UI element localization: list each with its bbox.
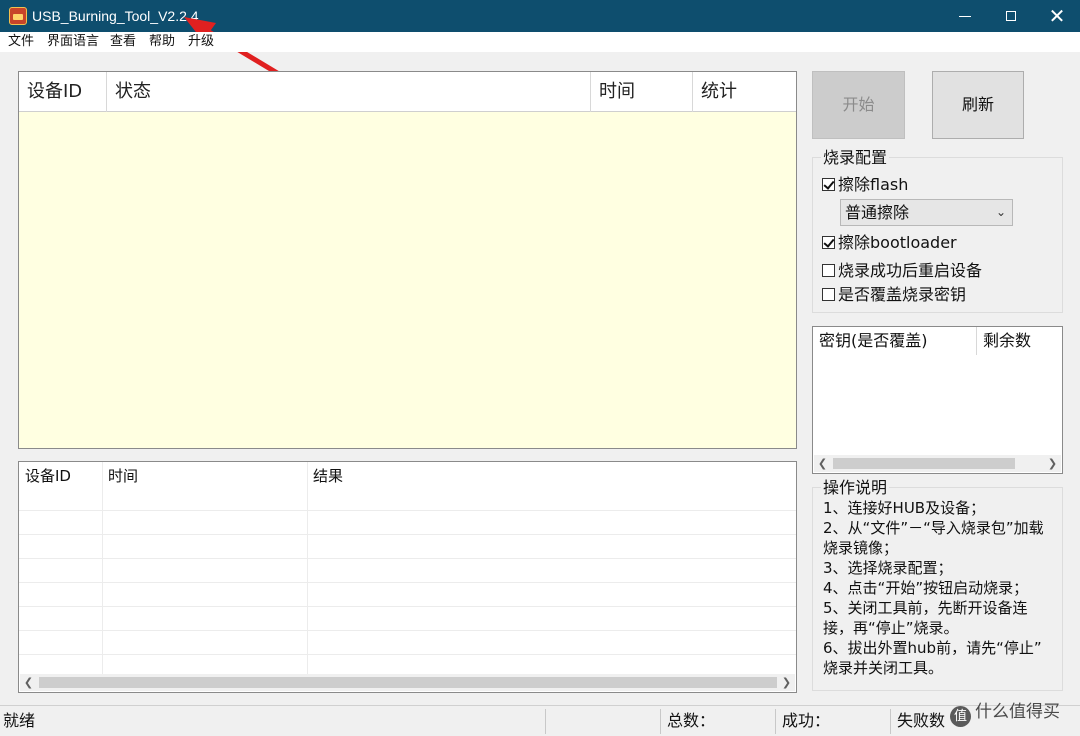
refresh-button[interactable]: 刷新 [932,71,1024,139]
device-table[interactable]: 设备ID 状态 时间 统计 [18,71,797,449]
instruction-line: 1、连接好HUB及设备； [823,499,986,517]
key-column-key[interactable]: 密钥(是否覆盖) [813,327,977,355]
status-success: 成功： [782,711,831,730]
scroll-right-icon[interactable]: ❯ [1044,455,1061,472]
minimize-icon [959,16,971,17]
scroll-right-icon[interactable]: ❯ [778,674,795,691]
app-icon [9,7,27,25]
instruction-line: 接，再“停止”烧录。 [823,619,959,637]
result-column-time[interactable]: 时间 [102,462,138,490]
status-fail: 失败数 [897,711,946,730]
instruction-line: 烧录并关闭工具。 [823,659,944,677]
column-stats[interactable]: 统计 [693,72,796,112]
column-time[interactable]: 时间 [591,72,693,112]
window-title: USB_Burning_Tool_V2.2.4 [32,8,199,24]
instruction-line: 4、点击“开始”按钮启动烧录； [823,579,1029,597]
menu-language[interactable]: 界面语言 [47,33,99,51]
burn-config-group: 烧录配置 擦除flash 普通擦除 ⌄ 擦除bootloader 烧录成功后重启… [812,148,1063,313]
table-row [19,534,796,558]
checkbox-checked-icon [822,178,835,191]
minimize-button[interactable] [942,0,988,32]
instruction-line: 6、拔出外置hub前，请先“停止” [823,639,1042,657]
reboot-after-label: 烧录成功后重启设备 [838,261,983,280]
menu-bar: 文件 界面语言 查看 帮助 升级 [0,32,1080,52]
status-separator [660,709,661,734]
instructions-group: 操作说明 1、连接好HUB及设备； 2、从“文件”－“导入烧录包”加载 烧录镜像… [812,478,1063,691]
result-column-result[interactable]: 结果 [307,462,343,490]
key-list[interactable]: 密钥(是否覆盖) 剩余数 ❮ ❯ [812,326,1063,474]
erase-bootloader-checkbox[interactable]: 擦除bootloader [822,233,957,253]
column-status[interactable]: 状态 [107,72,591,112]
erase-mode-value: 普通擦除 [845,203,910,222]
table-row [19,558,796,582]
menu-file[interactable]: 文件 [8,33,34,51]
title-bar: USB_Burning_Tool_V2.2.4 ✕ [0,0,1080,32]
scrollbar-thumb[interactable] [39,677,777,688]
table-row [19,606,796,630]
status-separator [775,709,776,734]
status-total: 总数： [667,711,716,730]
result-list-header: 设备ID 时间 结果 [19,462,796,490]
checkbox-checked-icon [822,236,835,249]
instruction-line: 烧录镜像； [823,539,899,557]
watermark: 值什么值得买 [950,700,1060,727]
status-separator [890,709,891,734]
instruction-line: 2、从“文件”－“导入烧录包”加载 [823,519,1044,537]
close-button[interactable]: ✕ [1034,0,1080,32]
column-device-id[interactable]: 设备ID [19,72,107,112]
menu-view[interactable]: 查看 [110,33,136,51]
table-row [19,510,796,534]
scroll-left-icon[interactable]: ❮ [814,455,831,472]
result-list[interactable]: 设备ID 时间 结果 ❮ ❯ [18,461,797,693]
instruction-line: 3、选择烧录配置； [823,559,953,577]
key-column-remaining[interactable]: 剩余数 [977,327,1031,355]
instructions-title: 操作说明 [821,478,890,498]
maximize-button[interactable] [988,0,1034,32]
erase-bootloader-label: 擦除bootloader [838,233,957,252]
result-column-device-id[interactable]: 设备ID [19,462,71,490]
start-button[interactable]: 开始 [812,71,905,139]
key-horizontal-scrollbar[interactable]: ❮ ❯ [814,455,1061,472]
erase-flash-checkbox[interactable]: 擦除flash [822,175,908,195]
instruction-line: 5、关闭工具前，先断开设备连 [823,599,1028,617]
menu-help[interactable]: 帮助 [149,33,175,51]
overwrite-key-label: 是否覆盖烧录密钥 [838,285,967,304]
status-separator [545,709,546,734]
burn-config-title: 烧录配置 [821,148,890,168]
scroll-left-icon[interactable]: ❮ [20,674,37,691]
erase-flash-label: 擦除flash [838,175,909,194]
checkbox-unchecked-icon [822,264,835,277]
result-horizontal-scrollbar[interactable]: ❮ ❯ [20,674,795,691]
erase-mode-select[interactable]: 普通擦除 ⌄ [840,199,1013,226]
table-row [19,630,796,654]
status-text: 就绪 [3,711,36,730]
watermark-text: 什么值得买 [975,702,1060,722]
maximize-icon [1006,11,1016,21]
scrollbar-thumb[interactable] [833,458,1015,469]
status-bar: 就绪 总数： 成功： 失败数 [0,705,1080,735]
checkbox-unchecked-icon [822,288,835,301]
watermark-badge: 值 [950,706,971,727]
device-table-header: 设备ID 状态 时间 统计 [19,72,796,112]
reboot-after-checkbox[interactable]: 烧录成功后重启设备 [822,261,982,281]
instructions-text: 1、连接好HUB及设备； 2、从“文件”－“导入烧录包”加载 烧录镜像； 3、选… [823,498,1058,678]
chevron-down-icon: ⌄ [995,205,1006,219]
menu-upgrade[interactable]: 升级 [188,33,214,51]
table-row [19,582,796,606]
overwrite-key-checkbox[interactable]: 是否覆盖烧录密钥 [822,285,966,305]
